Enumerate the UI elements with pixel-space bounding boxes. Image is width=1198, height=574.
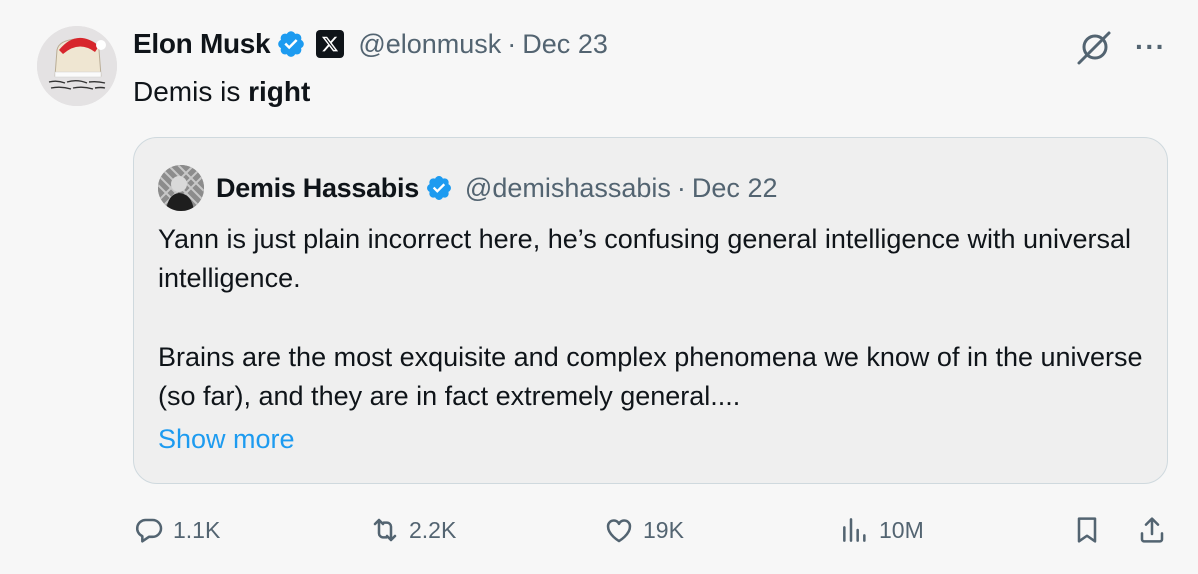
bookmark-icon	[1077, 517, 1097, 543]
share-button[interactable]	[1136, 508, 1168, 552]
repost-count: 2.2K	[409, 516, 457, 543]
repost-button[interactable]: 2.2K	[369, 508, 456, 552]
views-icon	[843, 518, 866, 542]
reply-button[interactable]: 1.1K	[133, 508, 220, 552]
tweet-date[interactable]: Dec 23	[522, 29, 608, 60]
avatar[interactable]	[37, 26, 117, 106]
quoted-avatar[interactable]	[158, 165, 204, 211]
separator-dot: ·	[676, 172, 686, 203]
top-right-actions: ···	[1075, 27, 1166, 67]
verified-badge-icon	[278, 31, 305, 57]
reply-count: 1.1K	[173, 516, 221, 543]
quoted-paragraph-1: Yann is just plain incorrect here, he’s …	[158, 224, 1132, 293]
x-affiliation-icon[interactable]	[316, 30, 345, 58]
views-button[interactable]: 10M	[839, 508, 924, 552]
like-button[interactable]: 19K	[603, 508, 684, 552]
quoted-author-name[interactable]: Demis Hassabis	[216, 173, 419, 204]
like-icon	[606, 519, 632, 543]
quoted-author-handle[interactable]: @demishassabis	[465, 173, 671, 204]
author-handle[interactable]: @elonmusk	[358, 29, 501, 60]
quoted-tweet-text: Yann is just plain incorrect here, he’s …	[158, 220, 1153, 416]
quoted-paragraph-2: Brains are the most exquisite and comple…	[158, 342, 1143, 411]
show-more-link[interactable]: Show more	[158, 421, 295, 457]
reply-icon	[135, 518, 163, 543]
like-count: 19K	[643, 516, 684, 543]
author-name[interactable]: Elon Musk	[133, 28, 271, 60]
tweet-header: Elon Musk @elonmusk · Dec 23	[133, 24, 608, 64]
more-icon[interactable]: ···	[1135, 33, 1166, 61]
quoted-tweet[interactable]: Demis Hassabis @demishassabis · Dec 22 Y…	[133, 137, 1168, 484]
action-bar: 1.1K 2.2K 19K 10M	[0, 508, 1198, 552]
quoted-tweet-date[interactable]: Dec 22	[692, 173, 778, 204]
repost-icon	[373, 518, 397, 542]
tweet-text: Demis is right	[133, 74, 310, 110]
tweet-text-bold: right	[248, 76, 311, 107]
separator-dot: ·	[507, 28, 517, 59]
verified-badge-icon	[426, 176, 451, 200]
tweet-card[interactable]: Elon Musk @elonmusk · Dec 23 ··· Demis i…	[0, 0, 1198, 574]
share-icon	[1140, 517, 1164, 543]
quoted-tweet-header: Demis Hassabis @demishassabis · Dec 22	[158, 165, 778, 211]
bookmark-button[interactable]	[1071, 508, 1103, 552]
tweet-text-plain: Demis is	[133, 76, 249, 107]
views-count: 10M	[879, 516, 924, 543]
grok-icon[interactable]	[1075, 27, 1115, 67]
